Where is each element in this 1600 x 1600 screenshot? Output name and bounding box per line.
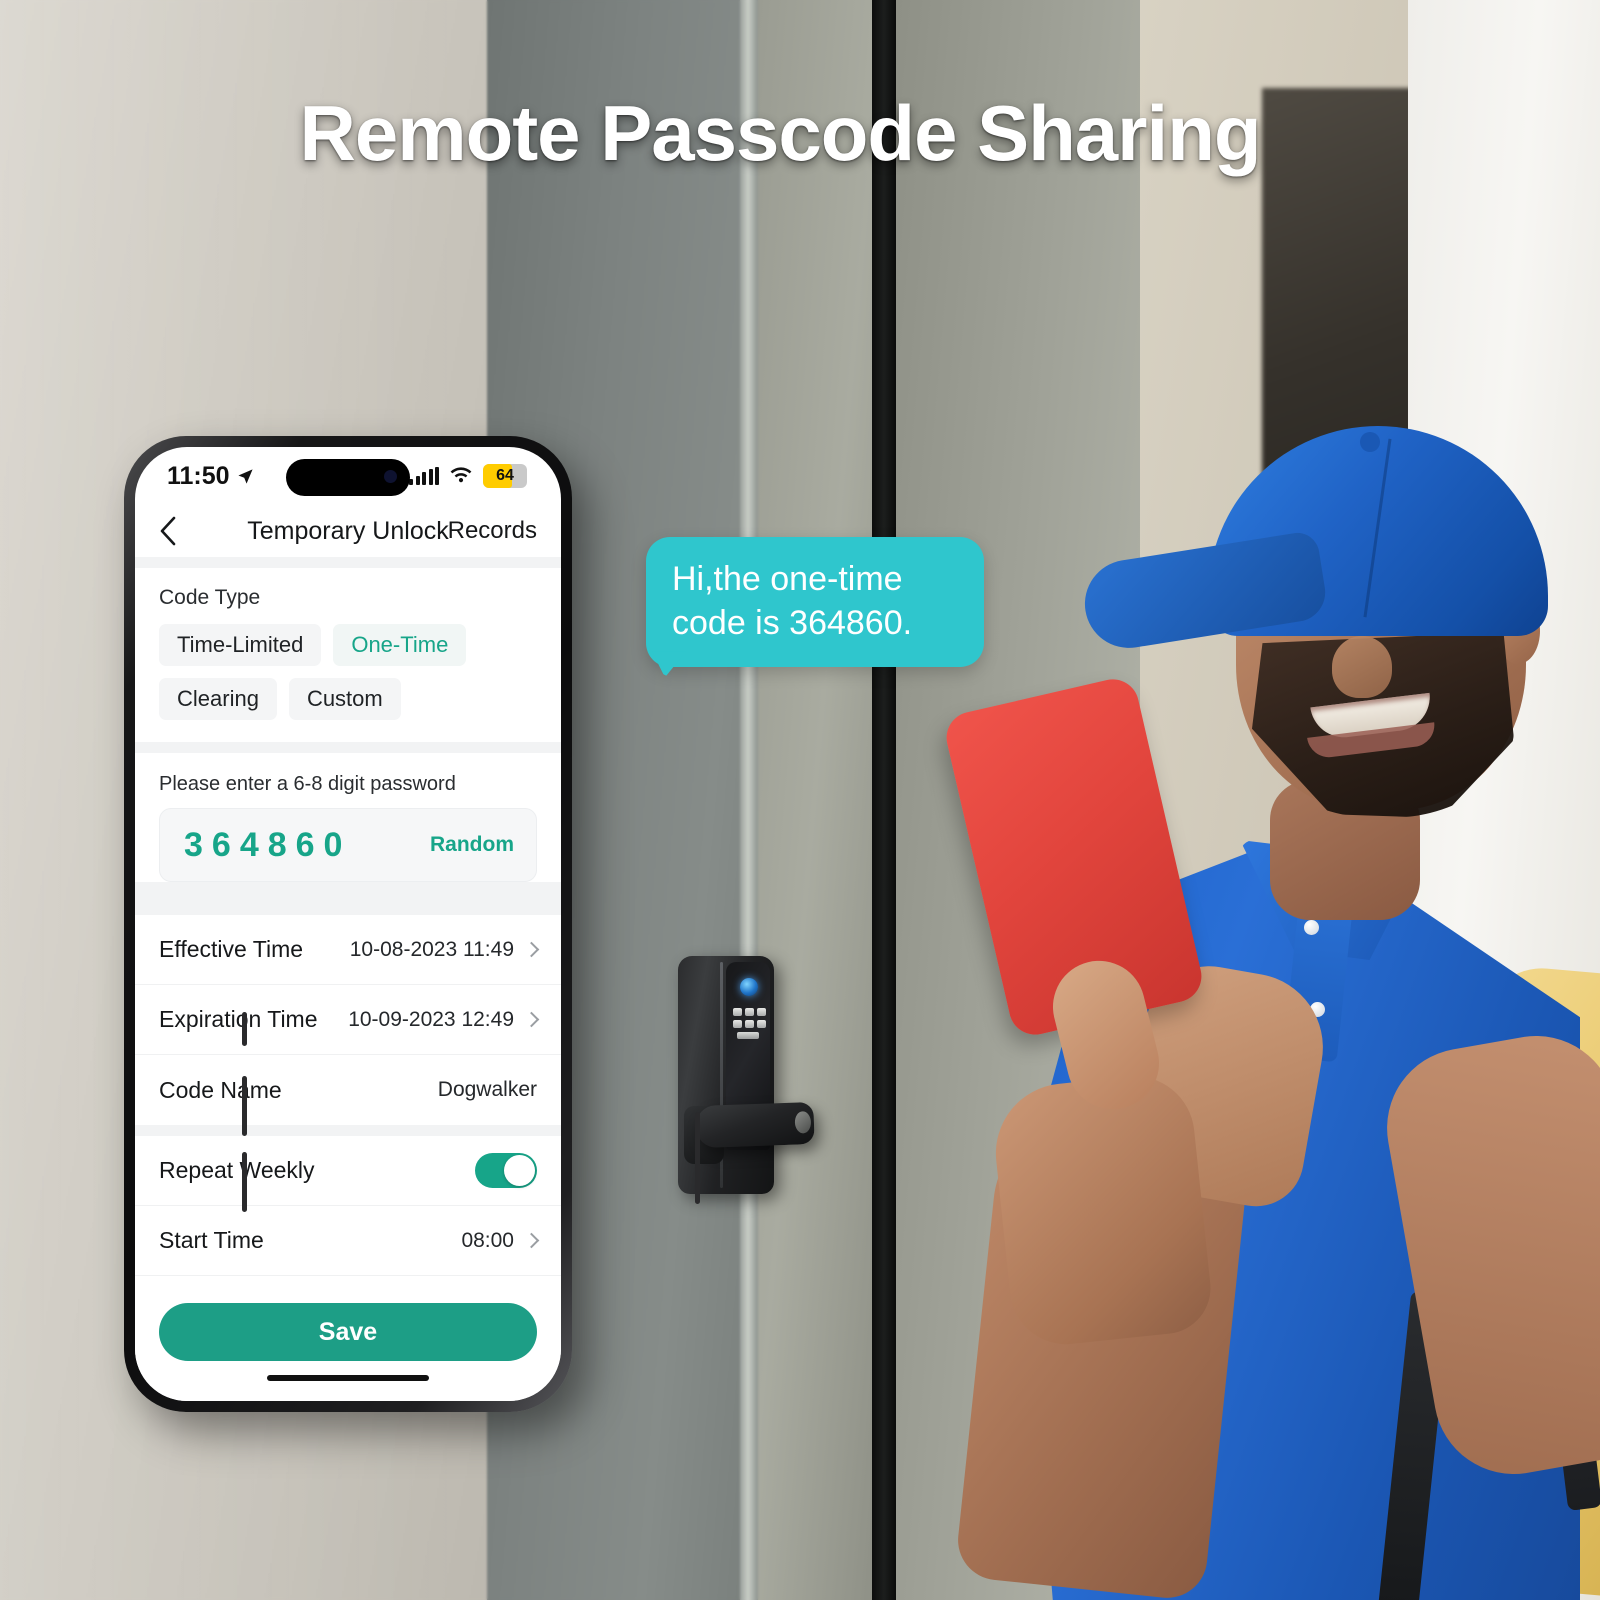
row-label: Effective Time [159, 936, 304, 962]
row-repeat-weekly[interactable]: Repeat Weekly [135, 1136, 561, 1206]
row-label: Code Name [159, 1076, 282, 1103]
mute-switch[interactable] [242, 1012, 247, 1046]
page-title: Remote Passcode Sharing [299, 89, 1262, 177]
code-type-custom[interactable]: Custom [288, 678, 401, 720]
status-time-label: 11:50 [167, 461, 230, 490]
section-gap [135, 1125, 561, 1136]
row-effective-time[interactable]: Effective Time 10-08-2023 11:49 [135, 915, 561, 985]
power-button[interactable] [695, 1112, 700, 1204]
chevron-right-icon [523, 1011, 540, 1028]
baseball-cap [1208, 426, 1548, 636]
row-value: 08:00 [461, 1228, 514, 1252]
row-label: Repeat Weekly [159, 1157, 315, 1183]
fingerprint-sensor-icon [740, 978, 758, 996]
volume-up-button[interactable] [242, 1076, 247, 1136]
code-type-label: Code Type [159, 586, 261, 609]
row-value: 10-09-2023 12:49 [348, 1007, 514, 1031]
battery-indicator: 64 [483, 464, 527, 488]
nose [1332, 636, 1392, 698]
background-door-gap [872, 0, 896, 1600]
nav-bar: Temporary Unlock Records [135, 505, 561, 557]
toggle-knob [504, 1155, 535, 1186]
status-time: 11:50 [167, 462, 254, 491]
battery-percent-label: 64 [496, 467, 514, 484]
cellular-signal-icon [409, 466, 439, 485]
cap-button [1360, 432, 1380, 452]
code-type-clearing[interactable]: Clearing [159, 678, 277, 720]
shirt-button-top [1304, 920, 1319, 935]
section-gap [135, 557, 561, 568]
hand-left [988, 1070, 1216, 1350]
screen-content: Code Type Time-Limited One-Time Clearing… [135, 557, 561, 1289]
section-gap [135, 742, 561, 753]
row-expiration-time[interactable]: Expiration Time 10-09-2023 12:49 [135, 985, 561, 1055]
row-label: Expiration Time [159, 1006, 318, 1032]
front-camera-icon [384, 470, 397, 483]
password-hint: Please enter a 6-8 digit password [159, 773, 456, 795]
password-value: 364860 [184, 825, 352, 864]
chevron-right-icon [523, 941, 540, 958]
status-bar: 11:50 64 [135, 447, 561, 505]
lock-keypad [733, 1008, 766, 1039]
row-value: Dogwalker [437, 1078, 537, 1101]
volume-down-button[interactable] [242, 1152, 247, 1212]
random-button[interactable]: Random [430, 833, 514, 857]
delivery-person [940, 280, 1600, 1600]
chevron-right-icon [523, 1232, 540, 1249]
dynamic-island [286, 459, 410, 496]
background-door-frame [758, 0, 872, 1600]
row-code-name[interactable]: Code Name Dogwalker [135, 1055, 561, 1125]
password-section: Please enter a 6-8 digit password 364860… [135, 753, 561, 882]
save-button[interactable]: Save [159, 1303, 537, 1361]
status-indicators: 64 [409, 464, 527, 488]
wifi-icon [450, 467, 472, 483]
chat-bubble: Hi,the one-time code is 364860. [646, 537, 984, 668]
lock-handle [695, 1101, 815, 1149]
row-end-time[interactable]: End Time 09:00 [135, 1276, 561, 1289]
cap-seam [1363, 438, 1392, 618]
save-bar: Save [135, 1289, 561, 1401]
details-section: Effective Time 10-08-2023 11:49 Expirati… [135, 915, 561, 1125]
row-label: Start Time [159, 1227, 264, 1253]
repeat-weekly-toggle[interactable] [475, 1153, 537, 1188]
records-button[interactable]: Records [448, 517, 537, 545]
section-gap [135, 904, 561, 915]
phone-mockup: 11:50 64 Temporary Unlock Records Code T… [124, 436, 700, 1412]
password-input[interactable]: 364860 Random [159, 808, 537, 882]
row-value: 10-08-2023 11:49 [349, 937, 514, 961]
code-type-one-time[interactable]: One-Time [333, 624, 467, 666]
location-arrow-icon [237, 468, 253, 484]
row-start-time[interactable]: Start Time 08:00 [135, 1206, 561, 1276]
code-type-time-limited[interactable]: Time-Limited [159, 624, 322, 666]
repeat-section: Repeat Weekly Start Time 08:00 End Time [135, 1136, 561, 1289]
phone-screen: 11:50 64 Temporary Unlock Records Code T… [135, 447, 561, 1401]
code-type-section: Code Type Time-Limited One-Time Clearing… [135, 568, 561, 742]
code-type-options: Time-Limited One-Time Clearing Custom [159, 624, 537, 720]
smart-door-lock [678, 956, 815, 1194]
home-indicator[interactable] [267, 1375, 429, 1381]
